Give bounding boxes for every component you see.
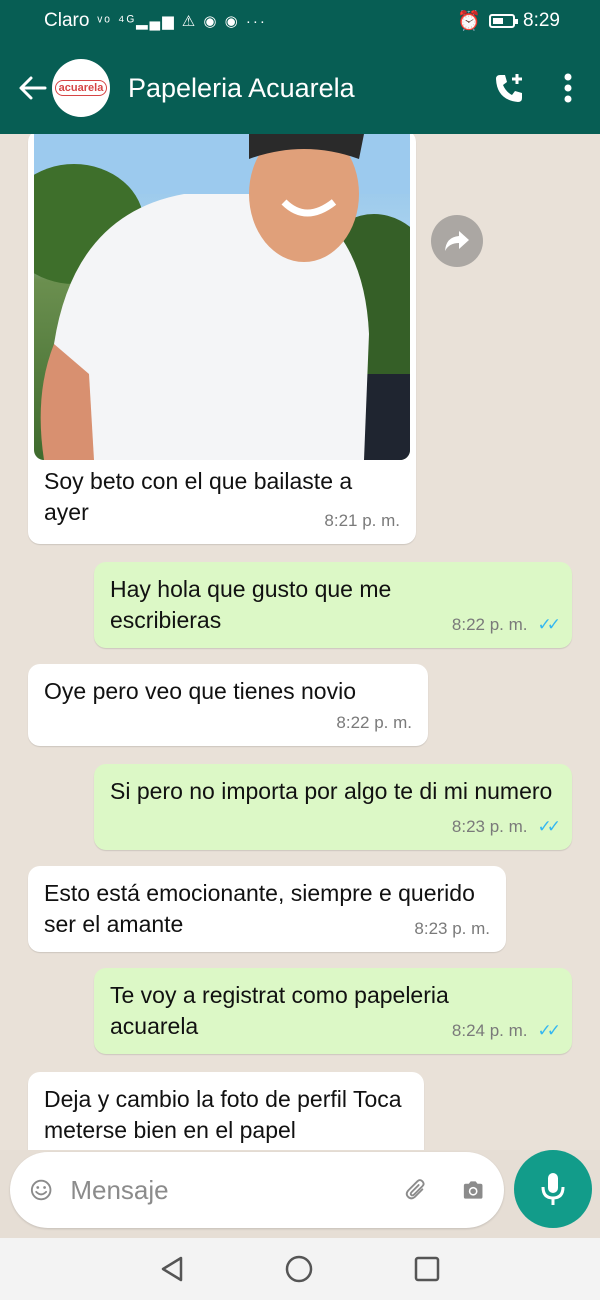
- alarm-icon: ⏰: [457, 11, 482, 32]
- message-incoming[interactable]: Soy beto con el que bailaste a ayer 8:21…: [28, 134, 416, 544]
- message-meta: 8:23 p. m.: [414, 913, 490, 944]
- arrow-left-icon: [19, 76, 47, 100]
- photo-attachment[interactable]: [34, 134, 410, 460]
- message-meta: 8:22 p. m.: [336, 707, 412, 738]
- message-incoming[interactable]: Esto está emocionante, siempre e querido…: [28, 866, 506, 952]
- more-options-icon[interactable]: [564, 73, 572, 103]
- message-time: 8:23 p. m.: [414, 919, 490, 938]
- message-incoming[interactable]: Oye pero veo que tienes novio 8:22 p. m.: [28, 664, 428, 746]
- home-circle-icon[interactable]: [284, 1254, 314, 1284]
- status-bar: Claro ᵛᵒ ⁴ᴳ▂▄▆ ⚠ ◉ ◉ ··· ⏰ 8:29: [0, 0, 600, 42]
- back-button[interactable]: [12, 68, 52, 108]
- header-actions: [492, 71, 572, 105]
- message-text: Deja y cambio la foto de perfil Toca met…: [44, 1086, 402, 1143]
- message-outgoing[interactable]: Hay hola que gusto que me escribieras 8:…: [94, 562, 572, 648]
- message-composer: [10, 1152, 504, 1228]
- read-ticks-icon: ✓✓: [537, 817, 561, 836]
- recents-square-icon[interactable]: [413, 1255, 441, 1283]
- read-ticks-icon: ✓✓: [537, 1021, 561, 1040]
- contact-name[interactable]: Papeleria Acuarela: [128, 73, 492, 104]
- back-triangle-icon[interactable]: [159, 1255, 185, 1283]
- read-ticks-icon: ✓✓: [537, 615, 561, 634]
- message-time: 8:21 p. m.: [324, 511, 400, 530]
- message-outgoing[interactable]: Si pero no importa por algo te di mi num…: [94, 764, 572, 850]
- status-right: ⏰ 8:29: [457, 9, 560, 33]
- attach-icon[interactable]: [405, 1172, 427, 1208]
- message-meta: 8:23 p. m. ✓✓: [451, 811, 561, 842]
- carrier-label: Claro: [44, 10, 90, 31]
- message-meta: 8:21 p. m.: [324, 505, 400, 536]
- avatar-logo: acuarela: [54, 80, 108, 96]
- battery-icon: [489, 14, 519, 28]
- forward-icon: [445, 231, 469, 251]
- emoji-icon[interactable]: [30, 1172, 52, 1208]
- camera-icon[interactable]: [462, 1174, 484, 1206]
- message-text: Hay hola que gusto que me escribieras: [110, 576, 392, 633]
- message-text: Si pero no importa por algo te di mi num…: [110, 778, 553, 804]
- add-call-icon[interactable]: [492, 71, 526, 105]
- system-nav-bar: [0, 1238, 600, 1300]
- message-text: Oye pero veo que tienes novio: [44, 678, 356, 704]
- signal-icons: ᵛᵒ ⁴ᴳ▂▄▆ ⚠ ◉ ◉ ···: [97, 13, 267, 30]
- avatar[interactable]: acuarela: [52, 59, 110, 117]
- microphone-icon: [541, 1173, 565, 1205]
- person-photo: [34, 134, 410, 460]
- message-time: 8:22 p. m.: [451, 615, 528, 634]
- forward-button[interactable]: [431, 215, 483, 267]
- chat-area[interactable]: Soy beto con el que bailaste a ayer 8:21…: [0, 134, 600, 1150]
- chat-header: acuarela Papeleria Acuarela: [0, 42, 600, 134]
- message-time: 8:22 p. m.: [336, 713, 412, 732]
- message-outgoing[interactable]: Te voy a registrat como papeleria acuare…: [94, 968, 572, 1054]
- message-input[interactable]: [70, 1174, 406, 1206]
- voice-record-button[interactable]: [514, 1150, 592, 1228]
- message-meta: 8:22 p. m. ✓✓: [451, 609, 561, 640]
- message-meta: 8:24 p. m. ✓✓: [451, 1015, 561, 1046]
- message-incoming[interactable]: Deja y cambio la foto de perfil Toca met…: [28, 1072, 424, 1150]
- message-time: 8:23 p. m.: [451, 817, 528, 836]
- status-left: Claro ᵛᵒ ⁴ᴳ▂▄▆ ⚠ ◉ ◉ ···: [44, 10, 267, 32]
- message-time: 8:24 p. m.: [451, 1021, 528, 1040]
- clock: 8:29: [523, 10, 560, 31]
